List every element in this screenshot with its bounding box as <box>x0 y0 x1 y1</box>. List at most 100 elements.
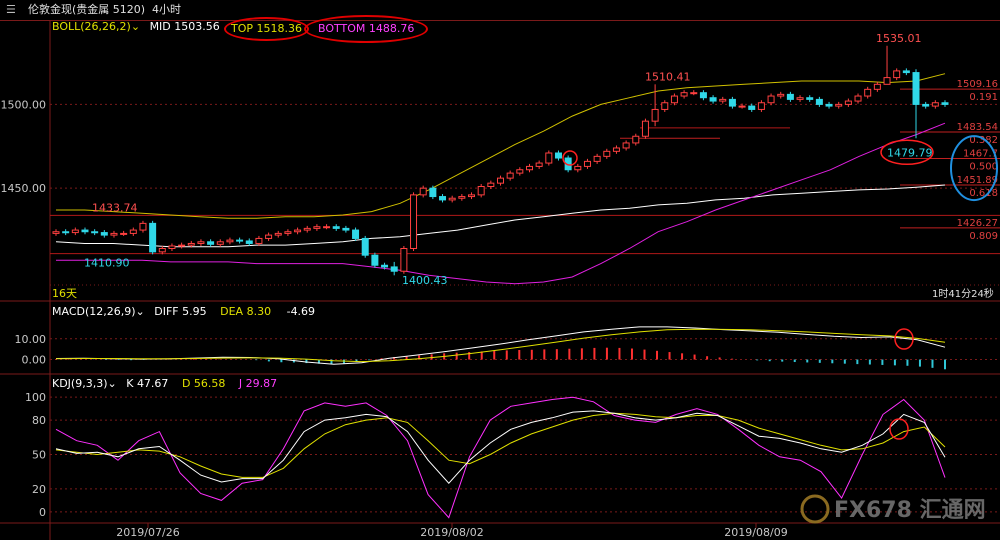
candle-up <box>477 186 485 196</box>
price-annotation: 1400.43 <box>402 274 448 287</box>
candle-down <box>236 239 244 242</box>
candle-down <box>728 98 736 107</box>
candle-up <box>265 234 273 239</box>
kdj-tick-label: 100 <box>25 391 46 404</box>
candle-up <box>593 155 601 162</box>
candle-down <box>149 222 157 253</box>
candle-up <box>767 95 775 104</box>
price-annotation: 1479.79 <box>887 146 933 159</box>
price-annotation: 1433.74 <box>92 201 138 214</box>
fib-ratio-label: 0.191 <box>969 92 998 103</box>
watermark-text: FX678 汇通网 <box>834 498 986 523</box>
candle-down <box>554 152 562 159</box>
fib-price-label: 1426.27 <box>957 218 998 229</box>
candle-down <box>207 241 215 245</box>
candle-up <box>168 245 176 249</box>
candle-up <box>448 197 456 201</box>
candle-down <box>381 264 389 268</box>
candle-down <box>245 240 253 244</box>
candle-up <box>139 222 147 231</box>
fib-ratio-label: 0.500 <box>969 162 998 173</box>
candle-up <box>757 102 765 110</box>
candle-up <box>719 98 727 102</box>
fib-price-label: 1509.16 <box>957 79 998 90</box>
candle-up <box>129 229 137 234</box>
candle-down <box>332 226 340 229</box>
fib-price-label: 1451.89 <box>957 175 998 186</box>
date-tick-label: 2019/08/09 <box>724 526 787 539</box>
candle-up <box>323 226 331 229</box>
candle-down <box>922 103 930 107</box>
candle-down <box>439 196 447 201</box>
candle-down <box>390 266 398 272</box>
candle-down <box>912 72 920 105</box>
candle-up <box>583 160 591 167</box>
candle-up <box>893 70 901 79</box>
candle-up <box>178 244 186 247</box>
candle-down <box>902 70 910 74</box>
kdj-tick-label: 0 <box>39 506 46 519</box>
candle-up <box>187 242 195 246</box>
price-annotation: 1510.41 <box>645 70 691 83</box>
candle-up <box>71 229 79 234</box>
kdj-tick-label: 50 <box>32 449 46 462</box>
candle-up <box>110 232 118 236</box>
price-tick-label: 1450.00 <box>1 182 47 195</box>
macd-tick-label: 0.00 <box>22 354 47 367</box>
candle-down <box>815 98 823 105</box>
kdj-d-line <box>55 412 946 478</box>
candle-up <box>216 241 224 245</box>
candle-up <box>603 150 611 157</box>
kdj-tick-label: 80 <box>32 414 46 427</box>
candle-up <box>313 226 321 229</box>
candle-up <box>738 105 746 108</box>
candle-up <box>622 142 630 149</box>
date-tick-label: 2019/08/02 <box>420 526 483 539</box>
candle-down <box>941 102 949 105</box>
candle-up <box>294 229 302 233</box>
candle-up <box>400 247 408 272</box>
candle-up <box>661 102 669 110</box>
watermark-logo-icon <box>800 494 830 524</box>
candle-down <box>371 254 379 266</box>
candle-up <box>516 169 524 174</box>
candle-up <box>284 231 292 234</box>
boll-bottom-line <box>56 122 946 285</box>
candle-up <box>158 247 166 253</box>
candle-down <box>352 229 360 239</box>
date-tick-label: 2019/07/26 <box>116 526 179 539</box>
price-annotation: 1410.90 <box>84 257 130 270</box>
candle-down <box>786 93 794 100</box>
price-chart[interactable]: 1509.160.1911483.540.3821467.70.5001451.… <box>0 0 1000 540</box>
candle-up <box>545 152 553 164</box>
macd-tick-label: 10.00 <box>15 333 47 346</box>
candle-up <box>931 102 939 107</box>
highlight-circle-icon <box>889 418 909 440</box>
candle-up <box>835 103 843 107</box>
candle-up <box>468 194 476 198</box>
candle-up <box>796 97 804 100</box>
candle-down <box>699 92 707 99</box>
candle-up <box>854 95 862 102</box>
candle-up <box>458 196 466 199</box>
fib-price-label: 1483.54 <box>957 122 998 133</box>
price-annotation: 1535.01 <box>876 32 922 45</box>
candle-up <box>52 231 60 234</box>
candle-up <box>497 177 504 184</box>
candle-up <box>226 239 234 243</box>
candle-down <box>825 103 833 107</box>
boll-top-line <box>56 73 946 219</box>
candle-down <box>81 229 89 233</box>
candle-up <box>525 165 533 171</box>
price-tick-label: 1500.00 <box>1 98 47 111</box>
candle-up <box>670 95 678 104</box>
candle-down <box>748 105 756 110</box>
kdj-tick-label: 20 <box>32 483 46 496</box>
candle-up <box>680 92 688 97</box>
candle-up <box>574 165 582 171</box>
candle-up <box>506 172 514 179</box>
candle-down <box>806 97 814 100</box>
candle-down <box>62 231 70 234</box>
fib-ratio-label: 0.809 <box>969 231 998 242</box>
candle-up <box>487 182 495 188</box>
